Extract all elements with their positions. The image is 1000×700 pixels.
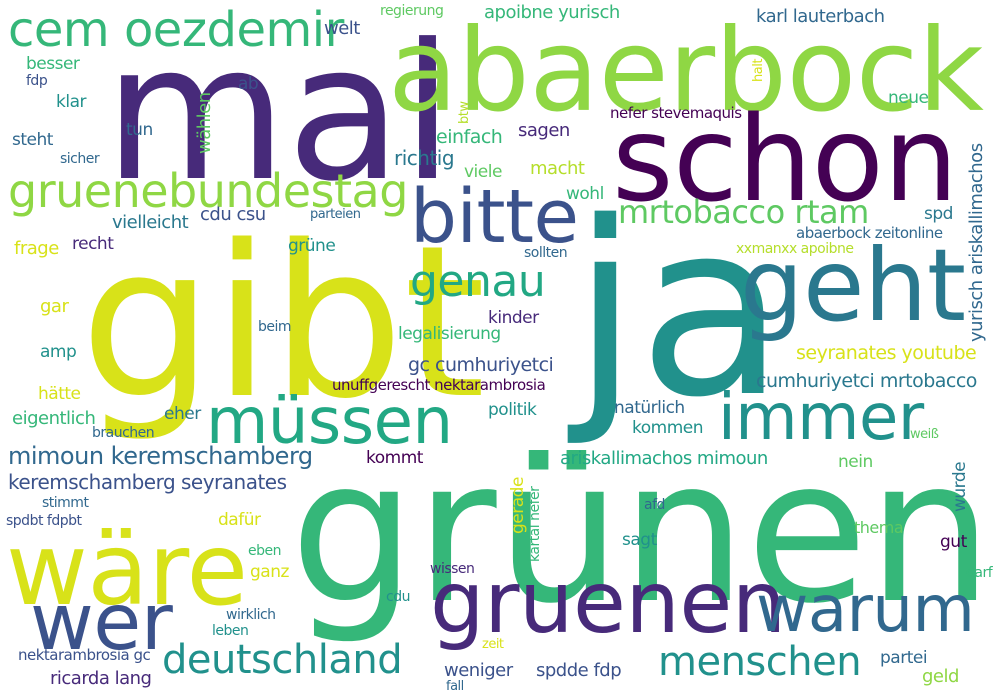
word-cloud: grünen ja gibt mal abaerbock schon wäre … (0, 0, 1000, 700)
word-wissen: wissen (430, 561, 475, 577)
word-amp: amp (40, 342, 77, 362)
word-regierung: regierung (380, 3, 444, 19)
word-macht: macht (530, 158, 585, 179)
word-menschen: menschen (658, 639, 862, 685)
word-wurde: wurde (950, 461, 970, 512)
word-apoibne-yurisch: apoibne yurisch (484, 2, 620, 23)
word-waehlen: wählen (194, 92, 215, 154)
word-natuerlich: natürlich (614, 398, 685, 418)
word-darf: darf (966, 565, 993, 581)
word-cem-oezdemir: cem oezdemir (8, 2, 344, 58)
word-sicher: sicher (60, 151, 100, 167)
word-keremschamberg-seyranates: keremschamberg seyranates (8, 470, 287, 494)
word-btw: btw (457, 101, 472, 124)
word-mimoun-keremschamberg: mimoun keremschamberg (8, 442, 313, 470)
word-dafuer: dafür (218, 510, 261, 530)
word-ganz: ganz (250, 562, 289, 582)
word-karl-lauterbach: karl lauterbach (756, 6, 885, 27)
word-haette: hätte (38, 384, 81, 404)
word-halt: halt (751, 59, 766, 82)
word-frage: frage (14, 238, 59, 259)
word-weiss: weiß (910, 427, 939, 442)
word-kartal-nefer: kartal nefer (527, 486, 543, 562)
word-nefer-stevemaquis: nefer stevemaquis (610, 104, 742, 122)
word-gerade: gerade (508, 477, 528, 534)
word-spdde-fdp: spdde fdp (536, 660, 622, 681)
word-viele: viele (464, 162, 502, 182)
word-wohl: wohl (566, 184, 604, 204)
word-einfach: einfach (436, 126, 503, 148)
word-ab: ab (238, 74, 259, 94)
word-politik: politik (488, 400, 537, 420)
word-klar: klar (56, 92, 86, 112)
word-sagt: sagt (622, 530, 657, 550)
word-gar: gar (40, 296, 69, 317)
word-cumhuriyetci-mrtobacco: cumhuriyetci mrtobacco (756, 370, 977, 392)
word-eben: eben (248, 543, 282, 559)
word-nektarambrosia-gc: nektarambrosia gc (18, 646, 151, 664)
word-warum: warum (756, 573, 975, 647)
word-xxmanxx-apoibne: xxmanxx apoibne (736, 241, 854, 257)
word-weniger: weniger (444, 660, 513, 681)
word-afd: afd (644, 497, 665, 513)
word-wirklich: wirklich (226, 607, 276, 623)
word-abaerbock-zeitonline: abaerbock zeitonline (796, 224, 943, 242)
word-eigentlich: eigentlich (12, 408, 96, 429)
word-recht: recht (72, 234, 114, 254)
word-fdp: fdp (26, 73, 48, 89)
word-cdu: cdu (386, 589, 410, 605)
word-stimmt: stimmt (42, 495, 89, 511)
word-sollten: sollten (524, 245, 568, 261)
word-geld: geld (922, 666, 959, 687)
word-cdu-csu: cdu csu (200, 204, 266, 225)
word-kommt: kommt (366, 448, 423, 468)
word-beim: beim (258, 319, 292, 335)
word-immer: immer (718, 381, 924, 455)
word-neue: neue (888, 88, 929, 108)
word-vielleicht: vielleicht (112, 212, 189, 233)
word-seyranates-youtube: seyranates youtube (796, 342, 977, 364)
word-zeit: zeit (482, 637, 504, 652)
word-welt: welt (324, 18, 360, 39)
word-gruenen: gruenen (430, 553, 786, 653)
word-spdbt-fdpbt: spdbt fdpbt (6, 513, 82, 529)
word-genau: genau (410, 256, 546, 307)
word-richtig: richtig (394, 146, 455, 170)
word-leben: leben (212, 623, 249, 639)
word-brauchen: brauchen (92, 425, 155, 441)
word-eher: eher (164, 404, 201, 424)
word-kommen: kommen (632, 418, 704, 438)
word-unuffgerescht-nektarambrosia: unuffgerescht nektarambrosia (332, 376, 546, 394)
word-bitte: bitte (410, 174, 579, 260)
word-legalisierung: legalisierung (398, 324, 501, 344)
word-gc-cumhuriyetci: gc cumhuriyetci (408, 354, 554, 376)
word-besser: besser (26, 54, 80, 74)
word-gut: gut (940, 532, 967, 552)
word-fall: fall (446, 679, 464, 694)
word-steht: steht (12, 130, 53, 150)
word-yurisch-ariskallimachos: yurisch ariskallimachos (966, 143, 987, 342)
word-tun: tun (126, 120, 153, 140)
word-parteien: parteien (310, 207, 361, 222)
word-spd: spd (924, 204, 953, 224)
word-sagen: sagen (518, 120, 570, 141)
word-gruene: grüne (288, 236, 336, 256)
word-thema: thema (854, 518, 904, 537)
word-ricarda-lang: ricarda lang (50, 668, 152, 689)
word-nein: nein (838, 452, 873, 472)
word-partei: partei (880, 648, 928, 668)
word-deutschland: deutschland (162, 637, 403, 683)
word-ariskallimachos-mimoun: ariskallimachos mimoun (560, 448, 768, 469)
